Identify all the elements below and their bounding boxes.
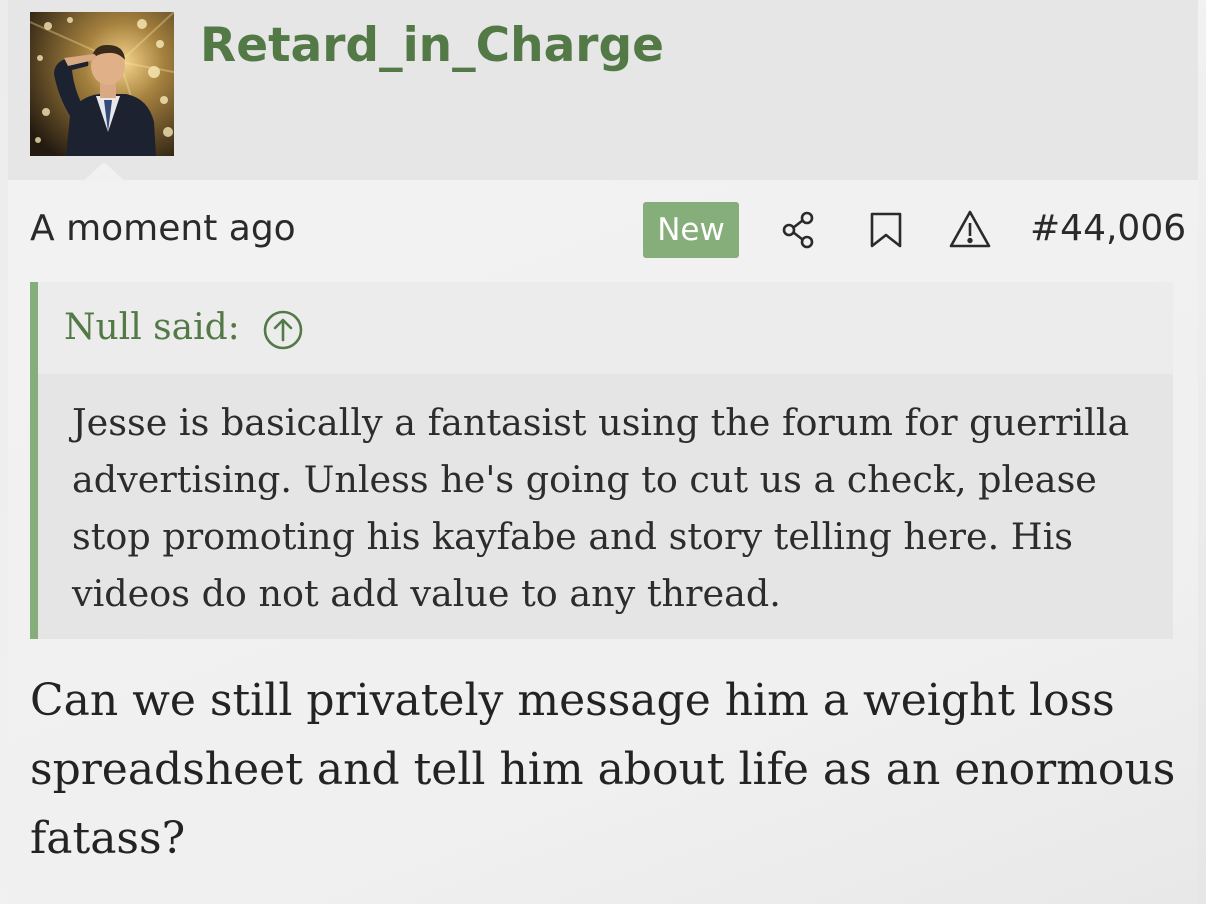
bookmark-icon[interactable] xyxy=(864,208,908,252)
user-avatar[interactable] xyxy=(30,12,174,156)
warning-icon[interactable] xyxy=(948,208,992,252)
arrow-up-circle-icon[interactable] xyxy=(262,309,304,351)
avatar-image xyxy=(30,12,174,156)
post-timestamp[interactable]: A moment ago xyxy=(30,208,296,249)
quote-text: Jesse is basically a fantasist using the… xyxy=(72,394,1162,622)
post-number-link[interactable]: #44,006 xyxy=(1030,208,1186,249)
avatar-pointer xyxy=(82,162,126,182)
quote-author-link[interactable]: Null said: xyxy=(64,307,240,348)
quote-line: stop promoting his kayfabe and story tel… xyxy=(72,515,1074,558)
quote-line: videos do not add value to any thread. xyxy=(72,572,781,615)
username-link[interactable]: Retard_in_Charge xyxy=(200,18,664,73)
message-line: Can we still privately message him a wei… xyxy=(30,675,1115,726)
message-line: fatass? xyxy=(30,813,186,864)
share-icon[interactable] xyxy=(777,208,821,252)
message-line: spreadsheet and tell him about life as a… xyxy=(30,744,1176,795)
quote-block: Null said: Jesse is basically a fantasis… xyxy=(30,282,1173,639)
quote-line: advertising. Unless he's going to cut us… xyxy=(72,458,1097,501)
new-badge: New xyxy=(643,202,739,258)
post-message: Can we still privately message him a wei… xyxy=(30,666,1180,873)
quote-line: Jesse is basically a fantasist using the… xyxy=(72,401,1130,444)
